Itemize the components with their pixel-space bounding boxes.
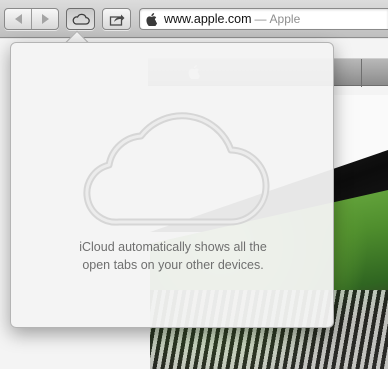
address-bar[interactable]: www.apple.com — Apple [139, 8, 388, 30]
back-button[interactable] [5, 9, 31, 29]
icloud-message: iCloud automatically shows all the open … [31, 238, 315, 274]
cloud-icon [72, 13, 90, 25]
cloud-icon [83, 112, 270, 226]
icloud-tabs-popover: iCloud automatically shows all the open … [10, 42, 334, 328]
title-separator: — [254, 12, 267, 26]
forward-button[interactable] [31, 9, 58, 29]
share-button[interactable] [102, 8, 131, 30]
icloud-message-line2: open tabs on your other devices. [82, 258, 264, 272]
nav-divider [361, 59, 362, 87]
page-title: Apple [269, 12, 301, 26]
apple-logo-icon [146, 12, 157, 26]
icloud-message-line1: iCloud automatically shows all the [79, 240, 267, 254]
url-text: www.apple.com [164, 12, 252, 26]
browser-toolbar: www.apple.com — Apple [0, 0, 388, 38]
share-arrow-icon [109, 14, 124, 26]
forward-arrow-icon [41, 14, 49, 24]
icloud-tabs-button[interactable] [66, 8, 95, 30]
back-arrow-icon [14, 14, 22, 24]
back-forward-control [4, 8, 59, 30]
